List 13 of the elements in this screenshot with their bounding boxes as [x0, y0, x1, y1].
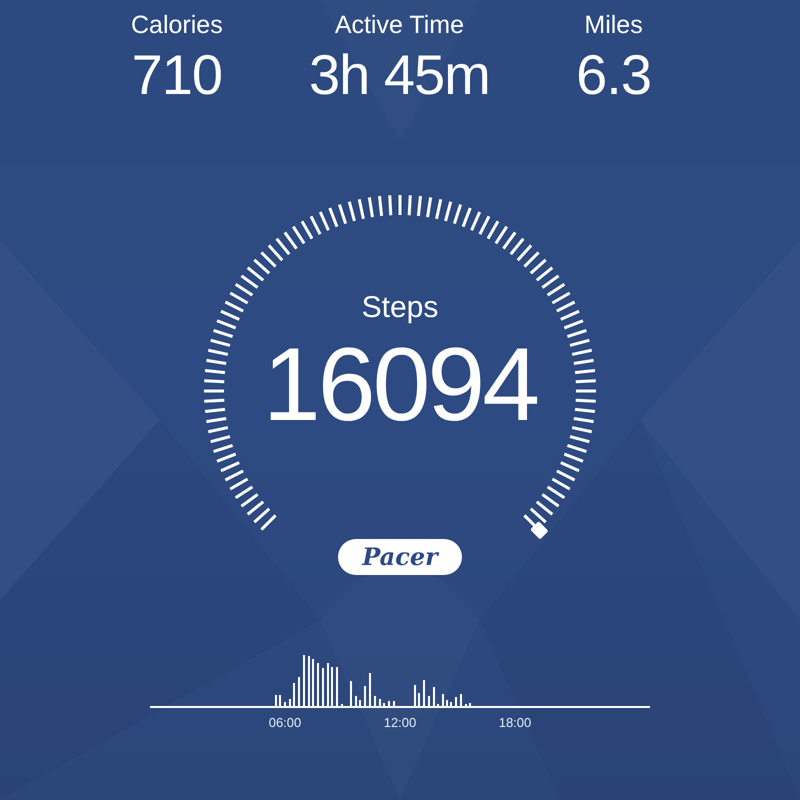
stat-value: 6.3 — [576, 44, 651, 106]
time-label: 18:00 — [498, 715, 532, 730]
stat-label: Active Time — [334, 10, 464, 40]
stat-value: 710 — [132, 44, 222, 106]
progress-marker — [523, 514, 548, 540]
steps-label: Steps — [362, 290, 438, 326]
stat-value: 3h 45m — [309, 44, 490, 106]
pacer-logo: Pacer — [338, 539, 462, 575]
stat-label: Calories — [131, 10, 223, 40]
stat-label: Miles — [584, 10, 643, 40]
time-label: 06:00 — [268, 715, 302, 730]
steps-count: 16094 — [262, 330, 538, 440]
time-label: 12:00 — [384, 715, 416, 730]
